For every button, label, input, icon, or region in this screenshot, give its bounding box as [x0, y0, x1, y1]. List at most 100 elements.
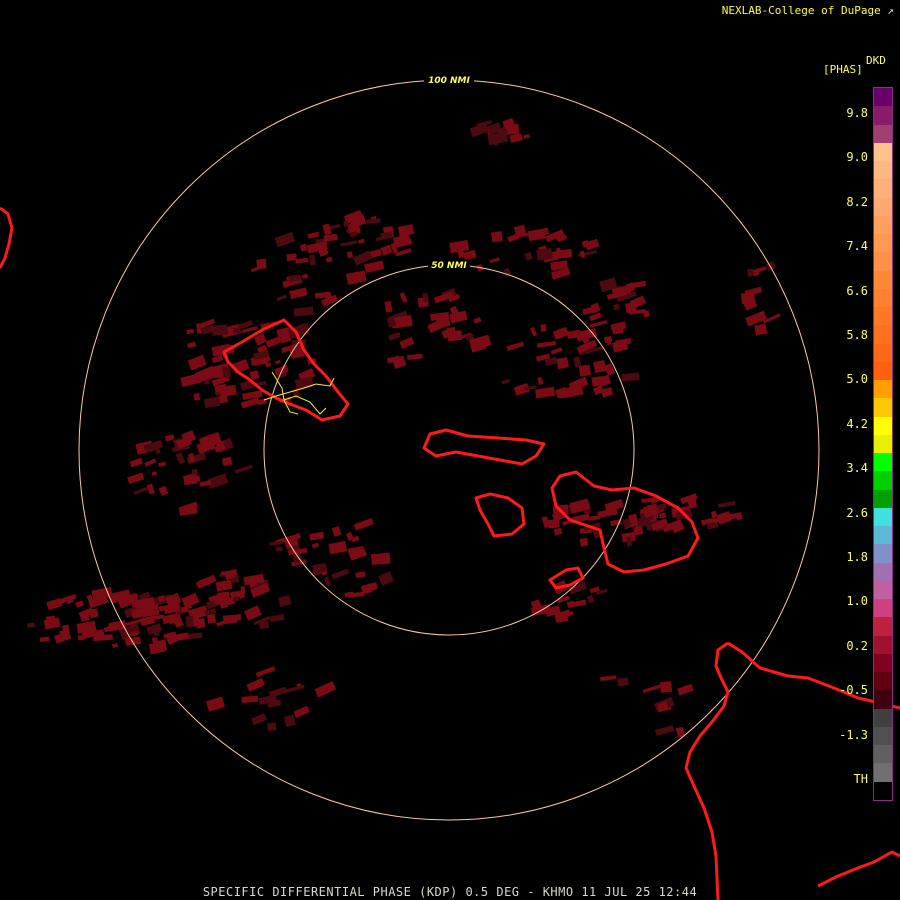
color-scale-step — [874, 471, 892, 491]
echo-cell — [589, 319, 608, 328]
echo-cell — [187, 341, 197, 349]
color-scale-step — [874, 325, 892, 345]
echo-cell — [265, 336, 282, 348]
echo-cell — [75, 600, 84, 608]
echo-cell — [221, 456, 233, 467]
island-lanai — [474, 492, 526, 538]
echo-cell — [314, 681, 337, 698]
scale-tick-label: 7.4 — [846, 239, 868, 254]
echo-cell — [629, 295, 647, 309]
color-scale-step — [874, 434, 892, 454]
color-scale-step — [874, 234, 892, 253]
echo-cell — [217, 591, 231, 603]
echo-cell — [309, 254, 316, 266]
echo-cell — [600, 675, 617, 682]
echo-cell — [322, 223, 332, 236]
credit-label[interactable]: NEXLAB-College of DuPage ↗ — [722, 4, 894, 17]
echo-cell — [765, 261, 776, 271]
echo-cell — [325, 256, 333, 263]
scale-tick-label: 8.2 — [846, 194, 868, 209]
echo-cell — [129, 457, 144, 468]
echo-cell — [358, 238, 365, 244]
echo-cell — [232, 327, 241, 334]
echo-cell — [293, 705, 310, 719]
echo-cell — [111, 642, 119, 649]
echo-cell — [146, 623, 163, 636]
echo-cell — [530, 326, 538, 337]
echo-cell — [250, 265, 264, 273]
color-scale-step — [874, 343, 892, 363]
echo-cell — [43, 617, 61, 630]
echo-cell — [579, 537, 589, 547]
echo-cell — [289, 287, 308, 299]
echo-cell — [447, 330, 463, 342]
echo-cell — [205, 696, 226, 712]
kdp-echo-field — [27, 117, 781, 738]
color-scale-step — [874, 489, 892, 509]
color-scale-step — [874, 161, 892, 180]
echo-cell — [506, 341, 525, 351]
echo-cell — [589, 312, 602, 322]
echo-cell — [241, 695, 259, 704]
echo-cell — [268, 686, 288, 698]
color-scale-step — [874, 544, 892, 564]
scale-product-label: DKD — [866, 54, 886, 67]
echo-cell — [489, 257, 500, 264]
echo-cell — [621, 372, 640, 382]
echo-cell — [384, 300, 393, 313]
color-scale-step — [874, 726, 892, 746]
echo-cell — [406, 353, 423, 360]
radar-map[interactable]: 100 NMI 50 NMI — [0, 0, 900, 900]
echo-cell — [524, 251, 533, 261]
island-hawaii-south — [817, 850, 900, 888]
echo-cell — [148, 641, 166, 655]
echo-cell — [591, 375, 605, 387]
echo-cell — [395, 248, 412, 257]
color-scale-step — [874, 179, 892, 199]
echo-cell — [205, 600, 217, 610]
echo-cell — [246, 678, 266, 692]
echo-cell — [267, 722, 277, 732]
echo-cell — [222, 614, 242, 622]
echo-cell — [286, 253, 297, 262]
echo-cell — [191, 469, 198, 476]
echo-cell — [275, 546, 283, 552]
color-scale-step — [874, 580, 892, 600]
echo-cell — [565, 384, 584, 398]
echo-cell — [181, 592, 200, 609]
echo-cell — [195, 618, 206, 629]
scale-unit-label: [PHAS] — [823, 63, 863, 76]
echo-cell — [158, 461, 167, 467]
echo-cell — [523, 133, 530, 139]
echo-cell — [139, 615, 156, 627]
echo-cell — [610, 321, 627, 332]
echo-cell — [592, 360, 607, 374]
color-scale-step — [874, 88, 892, 107]
echo-cell — [340, 240, 358, 247]
echo-cell — [203, 396, 221, 408]
link-arrow-icon: ↗ — [887, 4, 894, 17]
echo-cell — [241, 390, 263, 401]
echo-cell — [501, 378, 511, 385]
echo-cell — [491, 231, 503, 243]
echo-cell — [380, 244, 393, 256]
echo-cell — [127, 472, 145, 484]
echo-cell — [626, 280, 647, 290]
echo-cell — [274, 231, 296, 248]
echo-cell — [380, 231, 393, 240]
echo-cell — [617, 677, 629, 687]
echo-cell — [250, 713, 268, 726]
echo-cell — [642, 684, 661, 694]
echo-cell — [556, 357, 570, 370]
echo-cell — [277, 594, 292, 608]
echo-cell — [677, 683, 694, 696]
echo-cell — [255, 666, 276, 678]
echo-cell — [537, 376, 544, 385]
color-scale-step — [874, 124, 892, 144]
echo-cell — [633, 526, 644, 536]
scale-tick-label: 1.8 — [846, 550, 868, 564]
color-scale-step — [874, 653, 892, 673]
color-scale-step — [874, 763, 892, 783]
echo-cell — [366, 218, 381, 224]
ring-50-label: 50 NMI — [431, 261, 467, 271]
